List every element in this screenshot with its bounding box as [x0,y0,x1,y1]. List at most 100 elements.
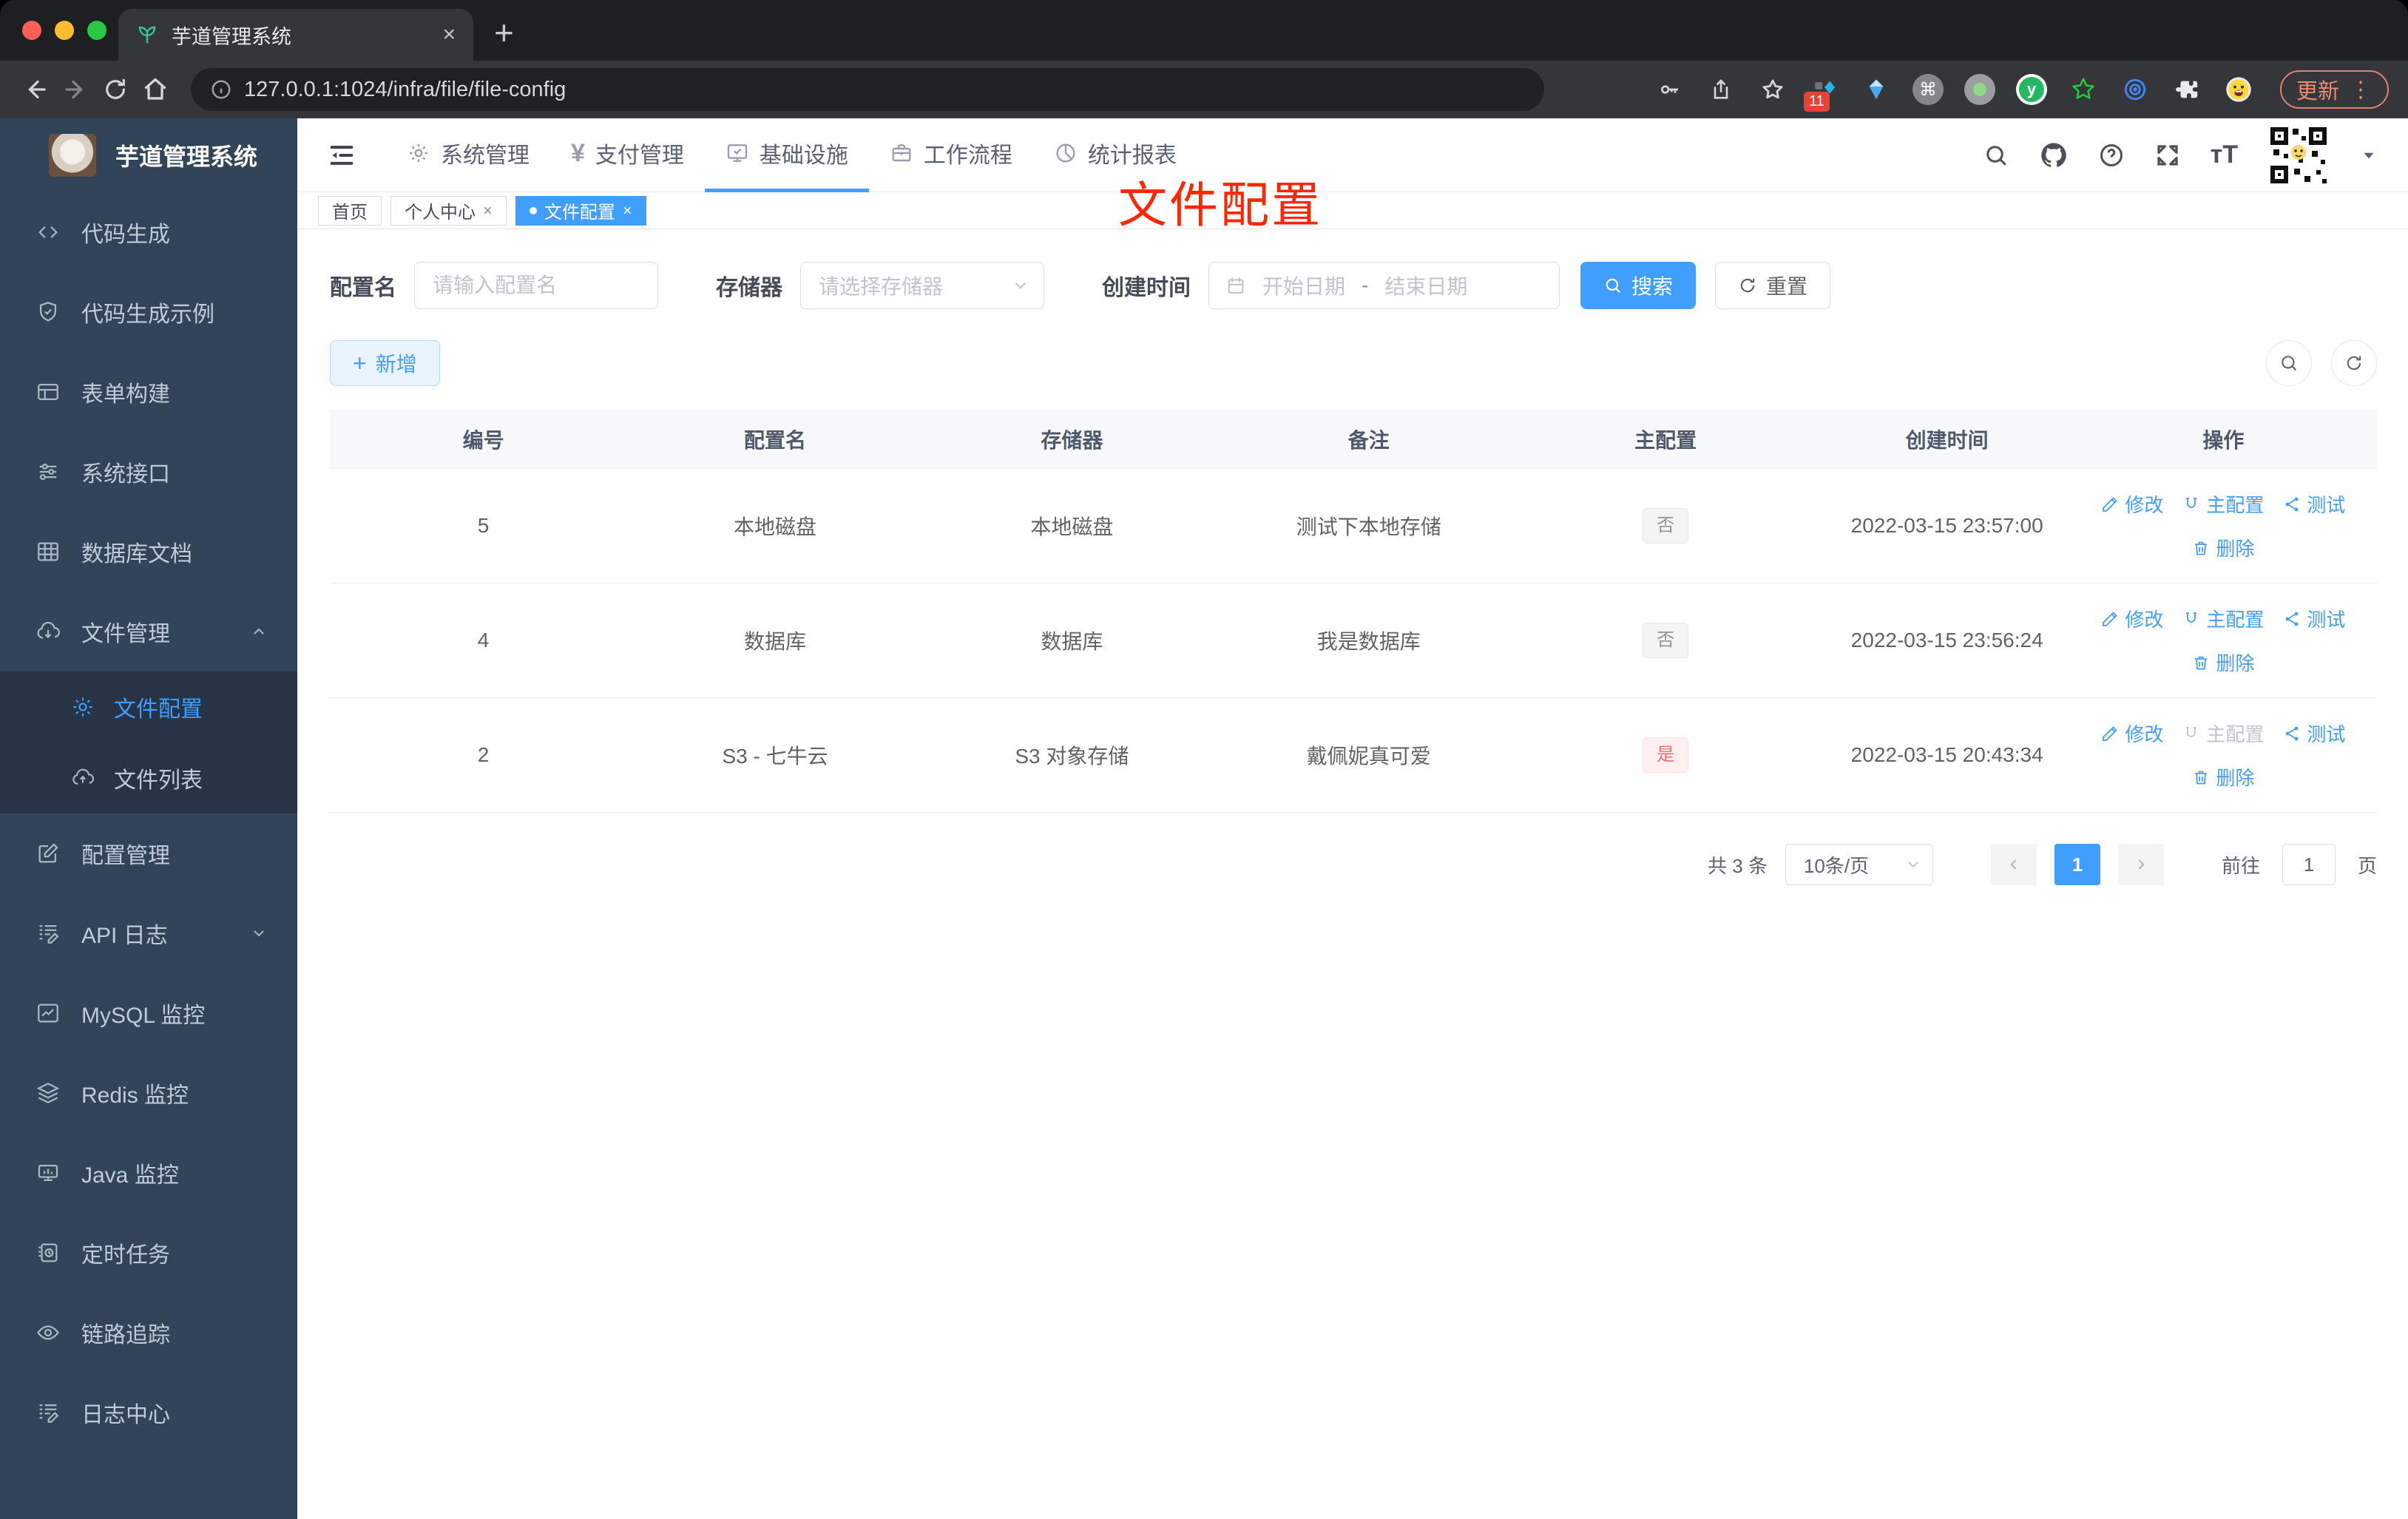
sidebar-item-log-center[interactable]: 日志中心 [0,1373,297,1452]
reload-icon[interactable] [99,73,132,106]
delete-link[interactable]: 删除 [2192,763,2254,791]
sidebar-item-java-monitor[interactable]: Java 监控 [0,1133,297,1213]
tab-profile[interactable]: 个人中心 × [390,195,507,226]
tab-file-config[interactable]: 文件配置 × [515,195,646,226]
top-navbar: 系统管理 ¥ 支付管理 基础设施 工作流程 统计报表 ᴛT [297,118,2408,192]
close-icon[interactable]: × [483,201,493,220]
sidebar-item-label: API 日志 [81,924,168,948]
home-icon[interactable] [139,73,172,106]
delete-link[interactable]: 删除 [2192,649,2254,676]
extension-yuque-icon[interactable]: y [2015,73,2048,106]
info-icon[interactable] [210,78,232,101]
minimize-window-button[interactable] [55,21,74,40]
topnav-system[interactable]: 系统管理 [386,118,550,192]
search-button[interactable]: 搜索 [1580,262,1697,309]
new-tab-button[interactable]: + [494,12,514,53]
test-link[interactable]: 测试 [2283,490,2345,518]
extension-command-icon[interactable]: ⌘ [1912,73,1944,106]
test-link[interactable]: 测试 [2283,720,2345,747]
main-panel: 文件配置 系统管理 ¥ 支付管理 基础设施 工作流程 统计报表 ᴛT 首页 个人… [297,118,2408,1519]
key-icon[interactable] [1653,73,1685,106]
tab-home[interactable]: 首页 [318,195,382,226]
page-size-select[interactable]: 10条/页 [1785,844,1933,885]
sidebar: 芋道管理系统 代码生成 代码生成示例 表单构建 系统接口 数据库文档 文件管理 … [0,118,297,1519]
refresh-table-button[interactable] [2331,340,2377,386]
edit-link[interactable]: 修改 [2101,490,2163,518]
cloud-download-icon [37,621,61,639]
address-bar[interactable]: 127.0.0.1:1024/infra/file/file-config [191,68,1544,111]
sidebar-item-tracing[interactable]: 链路追踪 [0,1293,297,1373]
chrome-update-chip[interactable]: 更新 ⋮ [2279,70,2389,109]
edit-link[interactable]: 修改 [2101,720,2163,747]
emoji-avatar-icon[interactable] [2222,73,2255,106]
qr-avatar[interactable] [2267,124,2330,186]
add-button[interactable]: + 新增 [330,340,440,386]
sidebar-item-code-demo[interactable]: 代码生成示例 [0,272,297,352]
topnav-infra[interactable]: 基础设施 [704,118,869,192]
sidebar-item-config-manage[interactable]: 配置管理 [0,813,297,893]
show-search-button[interactable] [2266,340,2312,386]
close-icon[interactable]: × [623,201,632,220]
tab-close-icon[interactable]: × [442,22,456,47]
sidebar-item-code-gen[interactable]: 代码生成 [0,192,297,272]
sidebar-item-api-log[interactable]: API 日志 [0,893,297,973]
extension-eye-icon[interactable] [2119,73,2151,106]
url-text[interactable]: 127.0.0.1:1024/infra/file/file-config [244,78,566,102]
date-range-picker[interactable]: 开始日期 - 结束日期 [1208,262,1560,309]
topnav-pay[interactable]: ¥ 支付管理 [550,118,705,192]
toolbar-right: 11 ⌘ y 更新 ⋮ [1653,70,2389,112]
test-link[interactable]: 测试 [2283,605,2345,632]
next-page-button[interactable] [2117,844,2164,885]
bookmark-star-icon[interactable] [1756,73,1789,106]
master-config-link[interactable]: 主配置 [2182,490,2264,518]
page-number-button[interactable]: 1 [2054,844,2100,885]
browser-tab[interactable]: 芋道管理系统 × [118,9,473,61]
sidebar-item-form-builder[interactable]: 表单构建 [0,352,297,432]
sidebar-item-db-doc[interactable]: 数据库文档 [0,512,297,592]
close-window-button[interactable] [22,21,41,40]
storage-filter-select[interactable]: 请选择存储器 [800,262,1044,309]
prev-page-button[interactable] [1990,844,2037,885]
cell-name: 数据库 [744,630,807,653]
sidebar-item-mysql-monitor[interactable]: MySQL 监控 [0,973,297,1053]
tab-label: 首页 [332,203,368,223]
zoom-window-button[interactable] [87,21,106,40]
sidebar-item-redis-monitor[interactable]: Redis 监控 [0,1053,297,1133]
back-icon[interactable] [19,73,52,106]
font-size-icon[interactable]: ᴛT [2211,141,2238,169]
reset-button[interactable]: 重置 [1715,262,1831,309]
master-config-link[interactable]: 主配置 [2182,605,2264,632]
collapse-sidebar-icon[interactable] [327,141,356,170]
extension-dot-icon[interactable] [1964,73,1996,106]
topnav-workflow[interactable]: 工作流程 [869,118,1033,192]
github-icon[interactable] [2039,141,2069,170]
edit-link[interactable]: 修改 [2101,605,2163,632]
sidebar-item-file-config[interactable]: 文件配置 [0,671,297,742]
help-icon[interactable] [2098,142,2125,169]
sidebar-item-scheduled-jobs[interactable]: 定时任务 [0,1213,297,1293]
menu-dots-icon[interactable]: ⋮ [2350,77,2373,103]
extension-star-icon[interactable] [2067,73,2100,106]
sidebar-item-file-manage[interactable]: 文件管理 [0,592,297,671]
extension-gem-icon[interactable] [1860,73,1893,106]
caret-down-icon[interactable] [2359,146,2378,165]
add-label: 新增 [375,353,417,376]
share-icon[interactable] [1705,73,1737,106]
delete-link[interactable]: 删除 [2192,534,2254,561]
schedule-icon [38,1243,58,1262]
sidebar-item-file-list[interactable]: 文件列表 [0,742,297,813]
topnav-label: 基础设施 [759,143,848,168]
extension-tag-icon[interactable]: 11 [1803,73,1841,112]
cell-remark: 戴佩妮真可爱 [1306,745,1431,768]
name-filter-input[interactable] [414,262,658,309]
sidebar-item-system-api[interactable]: 系统接口 [0,432,297,512]
sidebar-logo[interactable]: 芋道管理系统 [0,118,297,192]
forward-icon[interactable] [59,73,92,106]
window-controls[interactable] [22,21,106,40]
cell-id: 5 [477,514,490,537]
table-tools [2266,340,2377,386]
goto-page-input[interactable] [2282,844,2336,885]
puzzle-icon[interactable] [2171,73,2203,106]
search-icon[interactable] [1983,142,2009,169]
fullscreen-icon[interactable] [2154,142,2181,169]
